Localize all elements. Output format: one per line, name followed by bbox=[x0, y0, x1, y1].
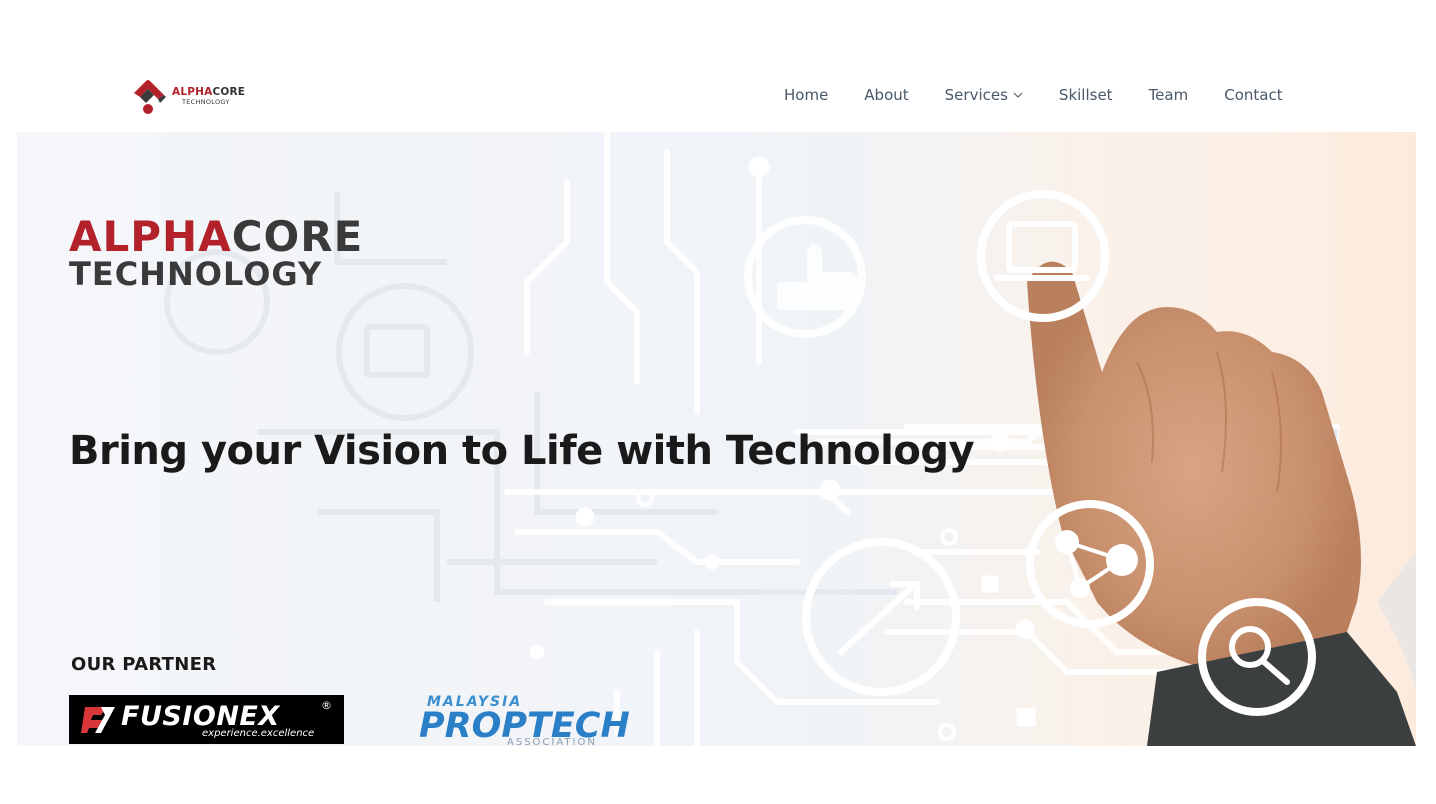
hero-brand: ALPHACORE TECHNOLOGY bbox=[69, 216, 363, 293]
fusionex-tagline: experience.excellence bbox=[202, 728, 315, 739]
main-nav: Home About Services Skillset Team Contac… bbox=[784, 84, 1283, 106]
partners-heading: OUR PARTNER bbox=[71, 654, 217, 675]
hero-tagline: Bring your Vision to Life with Technolog… bbox=[69, 428, 975, 474]
site-logo[interactable]: ALPHACORE TECHNOLOGY bbox=[130, 76, 260, 116]
nav-team[interactable]: Team bbox=[1149, 86, 1189, 104]
fusionex-registered: ® bbox=[321, 699, 332, 712]
chevron-down-icon bbox=[1013, 92, 1023, 98]
nav-services-label: Services bbox=[944, 86, 1008, 104]
alphacore-logo-icon bbox=[134, 80, 166, 114]
nav-skillset[interactable]: Skillset bbox=[1059, 86, 1113, 104]
nav-services[interactable]: Services bbox=[945, 86, 1023, 104]
logo-word-alpha: ALPHA bbox=[172, 86, 213, 98]
proptech-bottom: ASSOCIATION bbox=[507, 737, 597, 746]
logo-word-core: CORE bbox=[212, 86, 246, 98]
brand-word-alpha: ALPHA bbox=[69, 212, 232, 261]
brand-subtitle: TECHNOLOGY bbox=[69, 255, 323, 293]
partner-logo-fusionex[interactable]: FUSIONEX ® experience.excellence bbox=[69, 695, 344, 744]
site-header: ALPHACORE TECHNOLOGY Home About Services… bbox=[0, 0, 1436, 132]
hero-banner: ALPHACORE TECHNOLOGY Bring your Vision t… bbox=[17, 132, 1416, 746]
logo-subtitle: TECHNOLOGY bbox=[182, 97, 230, 106]
nav-contact[interactable]: Contact bbox=[1224, 86, 1282, 104]
fusionex-mark-icon bbox=[81, 707, 115, 733]
logo-wordmark: ALPHACORE TECHNOLOGY bbox=[172, 87, 245, 105]
nav-about[interactable]: About bbox=[864, 86, 908, 104]
partner-logo-proptech[interactable]: MALAYSIA PROPTECH ASSOCIATION bbox=[419, 692, 630, 746]
brand-word-core: CORE bbox=[231, 212, 364, 261]
nav-home[interactable]: Home bbox=[784, 86, 828, 104]
